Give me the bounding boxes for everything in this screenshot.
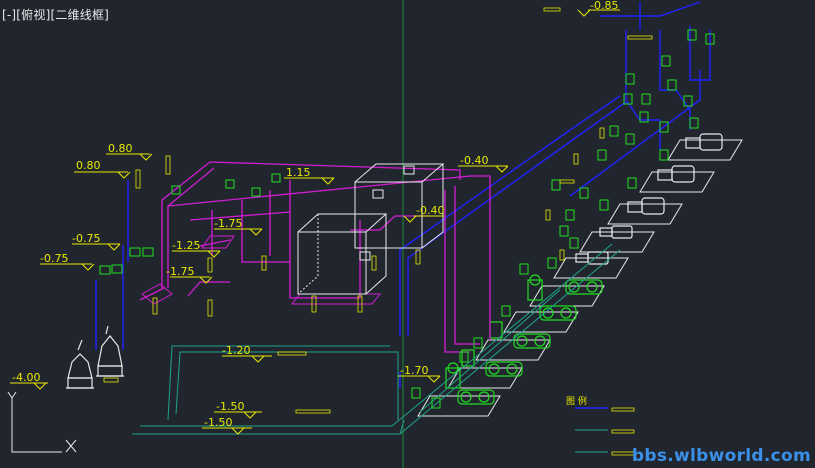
elevation-label: -0.40 [416,204,444,217]
elevation-label: -1.70 [400,364,428,377]
elevation-label: -1.50 [216,400,244,413]
elevation-label: -1.50 [204,416,232,429]
elevation-label: 0.80 [76,159,101,172]
elevation-label: -0.75 [72,232,100,245]
cad-model-space[interactable]: 0.80 0.80 -0.75 -0.75 -1.25 -1.75 -1.75 … [0,0,815,468]
elevation-label: -4.00 [12,371,40,384]
elevation-label: 0.80 [108,142,133,155]
elevation-label: -0.40 [460,154,488,167]
elevation-label: -1.25 [172,239,200,252]
legend-title: 图 例 [566,395,587,407]
elevation-label: -1.20 [222,344,250,357]
viewport-controls-label[interactable]: [-][俯视][二维线框] [2,6,109,23]
elevation-label: -1.75 [214,217,242,230]
elevation-label: -0.75 [40,252,68,265]
elevation-label: 1.15 [286,166,311,179]
elevation-label: -0.85 [590,0,618,12]
elevation-label: -1.75 [166,265,194,278]
watermark: bbs.wlbworld.com [631,446,811,466]
